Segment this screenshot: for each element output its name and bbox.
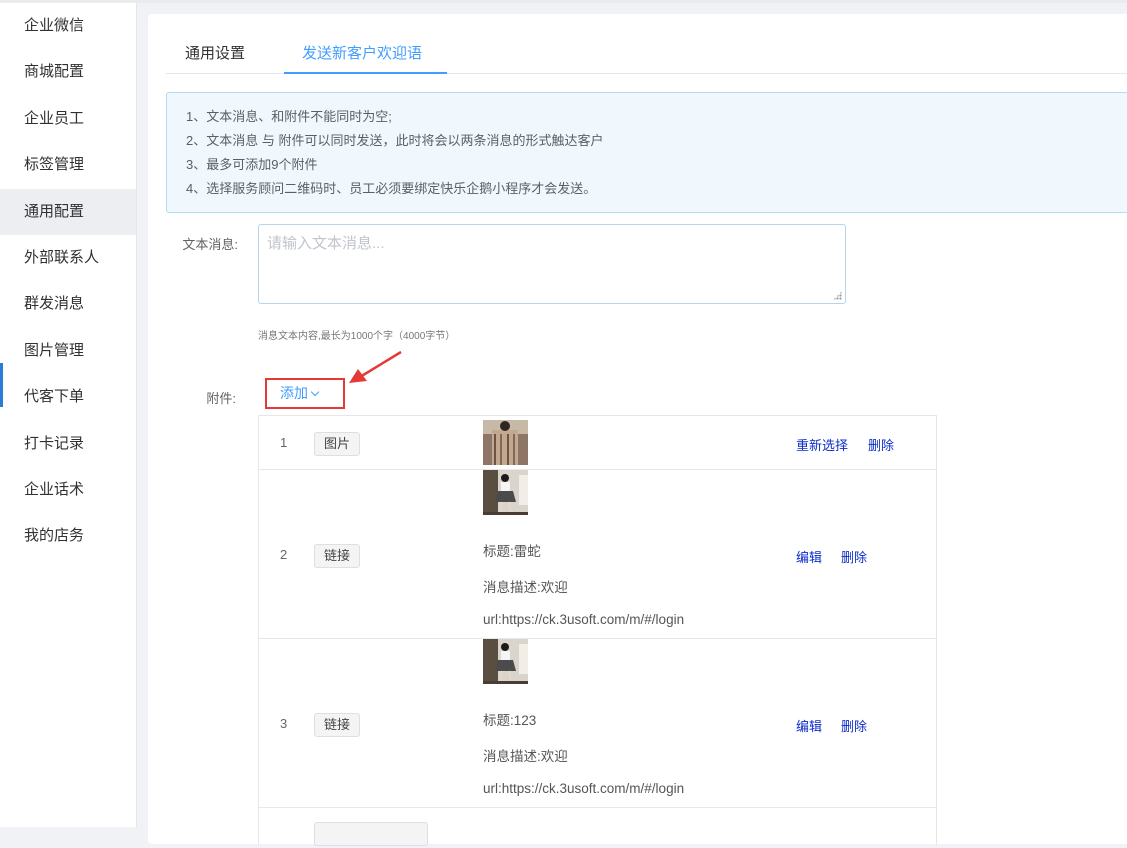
notice-line: 4、选择服务顾问二维码时、员工必须要绑定快乐企鹅小程序才会发送。 [186, 181, 597, 196]
annotation-arrow-icon [349, 350, 402, 383]
reselect-link[interactable]: 重新选择 [796, 435, 848, 454]
edit-link[interactable]: 编辑 [796, 716, 822, 735]
notice-line: 2、文本消息 与 附件可以同时发送，此时将会以两条消息的形式触达客户 [186, 133, 604, 148]
row-index: 1 [280, 435, 288, 450]
link-thumbnail [483, 470, 528, 515]
sidebar-item-wecom[interactable]: 企业微信 [0, 3, 136, 49]
sidebar-item-checkin[interactable]: 打卡记录 [0, 421, 136, 467]
attachment-type-badge: 链接 [314, 713, 361, 737]
row-index: 3 [280, 716, 288, 731]
sidebar-item-scripts[interactable]: 企业话术 [0, 467, 136, 513]
text-message-field [258, 224, 846, 304]
edit-link[interactable]: 编辑 [796, 547, 822, 566]
attachment-label: 附件: [206, 391, 236, 406]
sidebar-item-images[interactable]: 图片管理 [0, 328, 136, 374]
tab-general-settings[interactable]: 通用设置 [185, 39, 245, 74]
table-row: 2 链接 标题:雷蛇 消息描述:欢迎 url:https://ck.3usoft… [259, 470, 936, 639]
top-border [0, 0, 1127, 3]
delete-link[interactable]: 删除 [841, 547, 867, 566]
link-description: 消息描述:欢迎 [483, 749, 568, 764]
add-attachment-label: 添加 [280, 385, 308, 401]
text-length-hint: 消息文本内容,最长为1000个字（4000字节） [258, 331, 456, 342]
sidebar-item-external-contacts[interactable]: 外部联系人 [0, 235, 136, 281]
notice-line: 3、最多可添加9个附件 [186, 157, 318, 172]
link-title: 标题:雷蛇 [483, 544, 541, 559]
delete-link[interactable]: 删除 [841, 716, 867, 735]
sidebar-edge-marker [0, 363, 3, 407]
attachment-type-badge [314, 822, 428, 846]
main-panel: 通用设置 发送新客户欢迎语 1、文本消息、和附件不能同时为空; 2、文本消息 与… [148, 14, 1127, 848]
sidebar-item-mall-config[interactable]: 商城配置 [0, 49, 136, 95]
sidebar-item-proxy-order[interactable]: 代客下单 [0, 374, 136, 420]
notice-line: 1、文本消息、和附件不能同时为空; [186, 109, 392, 124]
add-attachment-dropdown[interactable]: 添加 [265, 378, 345, 409]
attachment-type-badge: 图片 [314, 432, 361, 456]
text-message-label: 文本消息: [182, 237, 238, 252]
link-description: 消息描述:欢迎 [483, 580, 568, 595]
text-message-input[interactable] [259, 225, 845, 303]
sidebar-item-general-config[interactable]: 通用配置 [0, 189, 136, 235]
attachment-type-badge: 链接 [314, 544, 361, 568]
sidebar: 企业微信 商城配置 企业员工 标签管理 通用配置 外部联系人 群发消息 图片管理… [0, 3, 137, 827]
link-thumbnail [483, 639, 528, 684]
sidebar-item-employees[interactable]: 企业员工 [0, 96, 136, 142]
sidebar-item-group-messages[interactable]: 群发消息 [0, 281, 136, 327]
sidebar-item-store-tasks[interactable]: 我的店务 [0, 513, 136, 559]
table-row: 3 链接 标题:123 消息描述:欢迎 url:https://ck.3usof… [259, 639, 936, 808]
table-row-partial [259, 808, 936, 848]
row-index: 2 [280, 547, 288, 562]
link-url: url:https://ck.3usoft.com/m/#/login [483, 612, 685, 627]
attachment-table: 1 图片 重新选择 删除 2 链接 标题:雷蛇 消息描述:欢迎 url:http… [258, 415, 937, 848]
sidebar-item-tags[interactable]: 标签管理 [0, 142, 136, 188]
link-url: url:https://ck.3usoft.com/m/#/login [483, 781, 685, 796]
table-row: 1 图片 重新选择 删除 [259, 416, 936, 470]
attachment-thumbnail [483, 420, 528, 465]
tab-bar: 通用设置 发送新客户欢迎语 [166, 39, 1127, 74]
link-title: 标题:123 [483, 713, 537, 728]
notice-box: 1、文本消息、和附件不能同时为空; 2、文本消息 与 附件可以同时发送，此时将会… [166, 92, 1127, 213]
delete-link[interactable]: 删除 [868, 435, 894, 454]
chevron-down-icon [310, 387, 320, 397]
tab-welcome-message[interactable]: 发送新客户欢迎语 [284, 39, 447, 74]
